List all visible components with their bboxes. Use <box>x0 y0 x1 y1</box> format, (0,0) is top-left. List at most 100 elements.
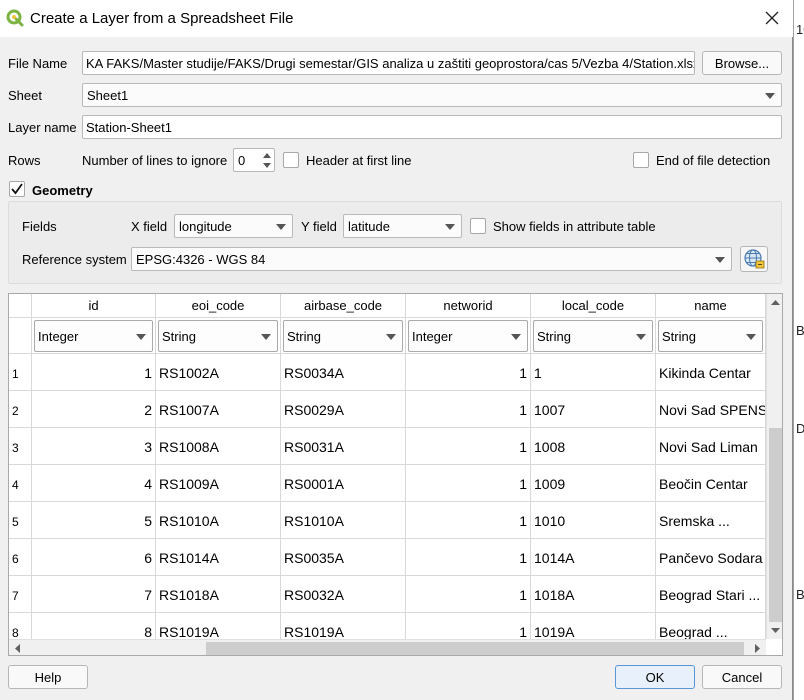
select-crs-button[interactable] <box>740 246 768 272</box>
row-header[interactable]: 4 <box>9 465 32 502</box>
table-cell[interactable]: 1014A <box>531 539 656 576</box>
field-type-select-name[interactable]: String <box>658 320 763 352</box>
field-type-select-local-code[interactable]: String <box>533 320 653 352</box>
table-cell[interactable]: 1 <box>406 502 531 539</box>
table-cell[interactable]: 1 <box>406 391 531 428</box>
table-cell[interactable]: Sremska ... <box>656 502 766 539</box>
geometry-checkbox[interactable] <box>9 181 25 197</box>
table-cell[interactable]: Novi Sad SPENS <box>656 391 766 428</box>
row-header[interactable]: 3 <box>9 428 32 465</box>
layer-name-field[interactable]: Station-Sheet1 <box>82 115 782 139</box>
field-type-select-networid[interactable]: Integer <box>408 320 528 352</box>
table-cell[interactable]: 4 <box>32 465 156 502</box>
browse-button[interactable]: Browse... <box>702 51 782 75</box>
file-name-field[interactable]: KA FAKS/Master studije/FAKS/Drugi semest… <box>82 51 695 75</box>
x-field-select[interactable]: longitude <box>174 214 293 238</box>
table-cell[interactable]: Novi Sad Liman <box>656 428 766 465</box>
close-button[interactable] <box>757 4 787 32</box>
field-type-value: String <box>162 329 196 344</box>
column-header-networid[interactable]: networid <box>406 294 531 318</box>
type-cell: String <box>531 318 656 354</box>
table-cell[interactable]: RS1009A <box>156 465 281 502</box>
lines-to-ignore-spinbox[interactable]: 0 <box>233 148 275 172</box>
table-cell[interactable]: Beograd Stari ... <box>656 576 766 613</box>
table-cell[interactable]: 1008 <box>531 428 656 465</box>
table-cell[interactable]: 1018A <box>531 576 656 613</box>
field-type-value: String <box>287 329 321 344</box>
y-field-select[interactable]: latitude <box>343 214 462 238</box>
type-cell: String <box>156 318 281 354</box>
field-type-select-airbase-code[interactable]: String <box>283 320 403 352</box>
corner-header <box>9 294 32 318</box>
table-cell[interactable]: RS1007A <box>156 391 281 428</box>
column-header-id[interactable]: id <box>32 294 156 318</box>
table-cell[interactable]: RS1014A <box>156 539 281 576</box>
table-cell[interactable]: 6 <box>32 539 156 576</box>
cancel-button[interactable]: Cancel <box>702 665 782 689</box>
table-cell[interactable]: 1 <box>406 428 531 465</box>
table-cell[interactable]: Pančevo Sodara <box>656 539 766 576</box>
field-type-value: Integer <box>38 329 79 344</box>
horizontal-scroll-thumb[interactable] <box>206 642 744 655</box>
row-header[interactable]: 6 <box>9 539 32 576</box>
column-header-eoi-code[interactable]: eoi_code <box>156 294 281 318</box>
table-cell[interactable]: 1 <box>406 576 531 613</box>
column-header-name[interactable]: name <box>656 294 766 318</box>
table-cell[interactable]: RS0032A <box>281 576 406 613</box>
chevron-down-icon <box>746 334 756 340</box>
scroll-down-icon[interactable] <box>767 623 783 637</box>
type-cell: Integer <box>32 318 156 354</box>
background-text-4: B <box>796 587 804 602</box>
table-cell[interactable]: RS1010A <box>281 502 406 539</box>
qgis-logo-icon <box>6 9 24 27</box>
ok-button[interactable]: OK <box>615 665 695 689</box>
table-cell[interactable]: RS1018A <box>156 576 281 613</box>
table-cell[interactable]: RS0031A <box>281 428 406 465</box>
row-header[interactable]: 7 <box>9 576 32 613</box>
field-type-select-eoi-code[interactable]: String <box>158 320 278 352</box>
table-cell[interactable]: 1 <box>406 539 531 576</box>
sheet-select[interactable]: Sheet1 <box>82 83 782 107</box>
show-fields-checkbox[interactable] <box>470 218 486 234</box>
table-cell[interactable]: RS0001A <box>281 465 406 502</box>
table-cell[interactable]: 1 <box>32 354 156 391</box>
reference-system-select[interactable]: EPSG:4326 - WGS 84 <box>131 247 732 271</box>
scroll-right-icon[interactable] <box>750 640 764 656</box>
table-cell[interactable]: RS0029A <box>281 391 406 428</box>
vertical-scroll-thumb[interactable] <box>769 428 782 622</box>
table-cell[interactable]: 7 <box>32 576 156 613</box>
table-cell[interactable]: 5 <box>32 502 156 539</box>
spin-down-icon[interactable] <box>260 160 273 170</box>
table-cell[interactable]: 1 <box>406 354 531 391</box>
vertical-scrollbar[interactable] <box>766 294 783 639</box>
table-cell[interactable]: RS0034A <box>281 354 406 391</box>
scroll-left-icon[interactable] <box>11 640 25 656</box>
table-cell[interactable]: 1010 <box>531 502 656 539</box>
table-cell[interactable]: 1 <box>531 354 656 391</box>
table-cell[interactable]: RS1002A <box>156 354 281 391</box>
header-first-line-checkbox[interactable] <box>283 152 299 168</box>
row-header[interactable]: 5 <box>9 502 32 539</box>
table-cell[interactable]: RS1008A <box>156 428 281 465</box>
help-button[interactable]: Help <box>8 665 88 689</box>
field-type-select-id[interactable]: Integer <box>34 320 153 352</box>
spin-up-icon[interactable] <box>260 150 273 160</box>
end-of-file-checkbox[interactable] <box>633 152 649 168</box>
table-cell[interactable]: Kikinda Centar <box>656 354 766 391</box>
table-cell[interactable]: RS1010A <box>156 502 281 539</box>
table-cell[interactable]: 1007 <box>531 391 656 428</box>
table-cell[interactable]: 1009 <box>531 465 656 502</box>
chevron-down-icon <box>136 334 146 340</box>
x-field-label: X field <box>131 219 168 234</box>
row-header[interactable]: 2 <box>9 391 32 428</box>
table-cell[interactable]: Beočin Centar <box>656 465 766 502</box>
table-cell[interactable]: 2 <box>32 391 156 428</box>
column-header-local-code[interactable]: local_code <box>531 294 656 318</box>
table-cell[interactable]: 3 <box>32 428 156 465</box>
row-header[interactable]: 1 <box>9 354 32 391</box>
table-cell[interactable]: RS0035A <box>281 539 406 576</box>
column-header-airbase-code[interactable]: airbase_code <box>281 294 406 318</box>
horizontal-scrollbar[interactable] <box>9 639 766 656</box>
table-cell[interactable]: 1 <box>406 465 531 502</box>
scroll-up-icon[interactable] <box>767 296 783 310</box>
